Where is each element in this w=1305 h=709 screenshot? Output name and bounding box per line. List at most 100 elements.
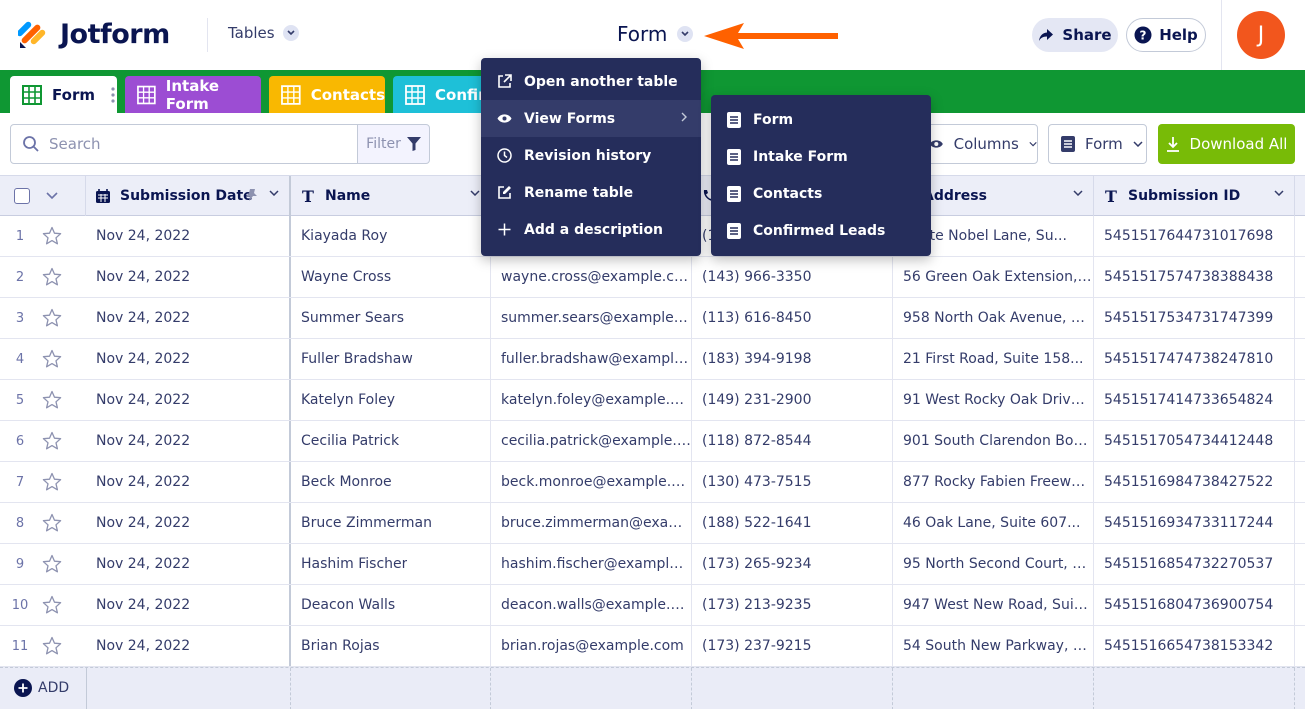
cell-name[interactable]: Katelyn Foley — [291, 380, 491, 420]
cell-address[interactable]: 21 First Road, Suite 158... — [893, 339, 1094, 379]
cell-submission-date[interactable]: Nov 24, 2022 — [86, 257, 291, 297]
cell-submission-id[interactable]: 5451516854732270537 — [1094, 544, 1295, 584]
submenu-item-form[interactable]: Form — [711, 101, 931, 138]
cell-name[interactable]: Wayne Cross — [291, 257, 491, 297]
menu-item-rename-table[interactable]: Rename table — [481, 174, 701, 211]
cell-phone[interactable]: (183) 394-9198 — [692, 339, 893, 379]
search-input[interactable] — [49, 135, 329, 153]
cell-submission-date[interactable]: Nov 24, 2022 — [86, 421, 291, 461]
avatar[interactable]: J — [1237, 11, 1285, 59]
table-row[interactable]: 11 Nov 24, 2022 Brian Rojas brian.rojas@exa… — [0, 626, 1305, 667]
cell-address[interactable]: 56 Green Oak Extension, ... — [893, 257, 1094, 297]
cell-phone[interactable]: (118) 872-8544 — [692, 421, 893, 461]
chevron-down-icon[interactable] — [1274, 190, 1284, 196]
cell-submission-date[interactable]: Nov 24, 2022 — [86, 503, 291, 543]
cell-email[interactable]: brian.rojas@example.com — [491, 626, 692, 666]
jotform-logo[interactable]: Jotform — [18, 18, 170, 50]
cell-email[interactable]: summer.sears@example.c... — [491, 298, 692, 338]
select-all-checkbox[interactable] — [14, 188, 30, 204]
star-icon[interactable] — [42, 472, 62, 492]
cell-submission-date[interactable]: Nov 24, 2022 — [86, 626, 291, 666]
cell-submission-id[interactable]: 5451516984738427522 — [1094, 462, 1295, 502]
cell-email[interactable]: wayne.cross@example.com — [491, 257, 692, 297]
star-icon[interactable] — [42, 308, 62, 328]
add-row-button[interactable]: ADD — [14, 679, 69, 697]
star-icon[interactable] — [42, 513, 62, 533]
share-button[interactable]: Share — [1032, 18, 1118, 52]
cell-address[interactable]: 95 North Second Court, S... — [893, 544, 1094, 584]
star-icon[interactable] — [42, 431, 62, 451]
table-row[interactable]: 6 Nov 24, 2022 Cecilia Patrick cecilia.patr… — [0, 421, 1305, 462]
more-vertical-icon[interactable] — [111, 86, 115, 103]
cell-name[interactable]: Brian Rojas — [291, 626, 491, 666]
submenu-item-intake-form[interactable]: Intake Form — [711, 138, 931, 175]
menu-item-revision-history[interactable]: Revision history — [481, 137, 701, 174]
cell-name[interactable]: Kiayada Roy — [291, 216, 491, 256]
tab-confirmed-leads[interactable]: Confirmed Leads — [393, 76, 493, 113]
chevron-down-icon[interactable] — [1073, 190, 1083, 196]
cell-phone[interactable]: (149) 231-2900 — [692, 380, 893, 420]
column-header-name[interactable]: T Name — [291, 176, 491, 216]
form-select-button[interactable]: Form — [1048, 124, 1147, 164]
chevron-down-icon[interactable] — [46, 192, 58, 200]
cell-email[interactable]: beck.monroe@example.com — [491, 462, 692, 502]
cell-phone[interactable]: (173) 213-9235 — [692, 585, 893, 625]
tab-form[interactable]: Form — [10, 76, 117, 113]
cell-email[interactable]: fuller.bradshaw@example.... — [491, 339, 692, 379]
cell-phone[interactable]: (130) 473-7515 — [692, 462, 893, 502]
cell-email[interactable]: bruce.zimmerman@examp... — [491, 503, 692, 543]
menu-item-view-forms[interactable]: View Forms — [481, 100, 701, 137]
cell-submission-date[interactable]: Nov 24, 2022 — [86, 216, 291, 256]
cell-name[interactable]: Bruce Zimmerman — [291, 503, 491, 543]
table-title-dropdown[interactable]: Form — [617, 22, 694, 46]
cell-email[interactable]: katelyn.foley@example.com — [491, 380, 692, 420]
table-row[interactable]: 7 Nov 24, 2022 Beck Monroe beck.monroe@exam… — [0, 462, 1305, 503]
cell-email[interactable]: hashim.fischer@example.c... — [491, 544, 692, 584]
column-header-submission-date[interactable]: Submission Date — [86, 176, 291, 216]
cell-submission-date[interactable]: Nov 24, 2022 — [86, 585, 291, 625]
cell-submission-id[interactable]: 5451517644731017698 — [1094, 216, 1295, 256]
table-row[interactable]: 2 Nov 24, 2022 Wayne Cross wayne.cross@exam… — [0, 257, 1305, 298]
star-icon[interactable] — [42, 636, 62, 656]
column-header-submission-id[interactable]: T Submission ID — [1094, 176, 1295, 216]
table-row[interactable]: 4 Nov 24, 2022 Fuller Bradshaw fuller.brads… — [0, 339, 1305, 380]
menu-item-add-description[interactable]: Add a description — [481, 211, 701, 248]
cell-submission-id[interactable]: 5451517574738388438 — [1094, 257, 1295, 297]
cell-submission-date[interactable]: Nov 24, 2022 — [86, 339, 291, 379]
filter-button[interactable]: Filter — [357, 124, 430, 164]
cell-address[interactable]: 54 South New Parkway, S... — [893, 626, 1094, 666]
cell-submission-id[interactable]: 5451517414733654824 — [1094, 380, 1295, 420]
cell-phone[interactable]: (143) 966-3350 — [692, 257, 893, 297]
cell-submission-date[interactable]: Nov 24, 2022 — [86, 462, 291, 502]
cell-name[interactable]: Deacon Walls — [291, 585, 491, 625]
download-all-button[interactable]: Download All — [1158, 124, 1295, 164]
table-row[interactable]: 8 Nov 24, 2022 Bruce Zimmerman bruce.zimmer… — [0, 503, 1305, 544]
cell-address[interactable]: 901 South Clarendon Boul... — [893, 421, 1094, 461]
cell-address[interactable]: 877 Rocky Fabien Freeway... — [893, 462, 1094, 502]
cell-phone[interactable]: (173) 265-9234 — [692, 544, 893, 584]
cell-name[interactable]: Beck Monroe — [291, 462, 491, 502]
star-icon[interactable] — [42, 226, 62, 246]
pin-icon[interactable] — [245, 188, 259, 202]
star-icon[interactable] — [42, 554, 62, 574]
star-icon[interactable] — [42, 267, 62, 287]
cell-address[interactable]: 46 Oak Lane, Suite 607... — [893, 503, 1094, 543]
cell-address[interactable]: 91 West Rocky Oak Drive, ... — [893, 380, 1094, 420]
star-icon[interactable] — [42, 349, 62, 369]
cell-submission-id[interactable]: 5451516934733117244 — [1094, 503, 1295, 543]
cell-submission-id[interactable]: 5451517474738247810 — [1094, 339, 1295, 379]
tab-intake-form[interactable]: Intake Form — [125, 76, 261, 113]
cell-phone[interactable]: (173) 237-9215 — [692, 626, 893, 666]
cell-submission-date[interactable]: Nov 24, 2022 — [86, 380, 291, 420]
table-row[interactable]: 5 Nov 24, 2022 Katelyn Foley katelyn.foley@… — [0, 380, 1305, 421]
star-icon[interactable] — [42, 390, 62, 410]
help-button[interactable]: ? Help — [1126, 18, 1206, 52]
cell-submission-id[interactable]: 5451516804736900754 — [1094, 585, 1295, 625]
star-icon[interactable] — [42, 595, 62, 615]
cell-submission-id[interactable]: 5451517054734412448 — [1094, 421, 1295, 461]
cell-email[interactable]: cecilia.patrick@example.c... — [491, 421, 692, 461]
cell-phone[interactable]: (188) 522-1641 — [692, 503, 893, 543]
cell-submission-id[interactable]: 5451517534731747399 — [1094, 298, 1295, 338]
tables-dropdown[interactable]: Tables — [228, 24, 299, 42]
cell-submission-date[interactable]: Nov 24, 2022 — [86, 298, 291, 338]
